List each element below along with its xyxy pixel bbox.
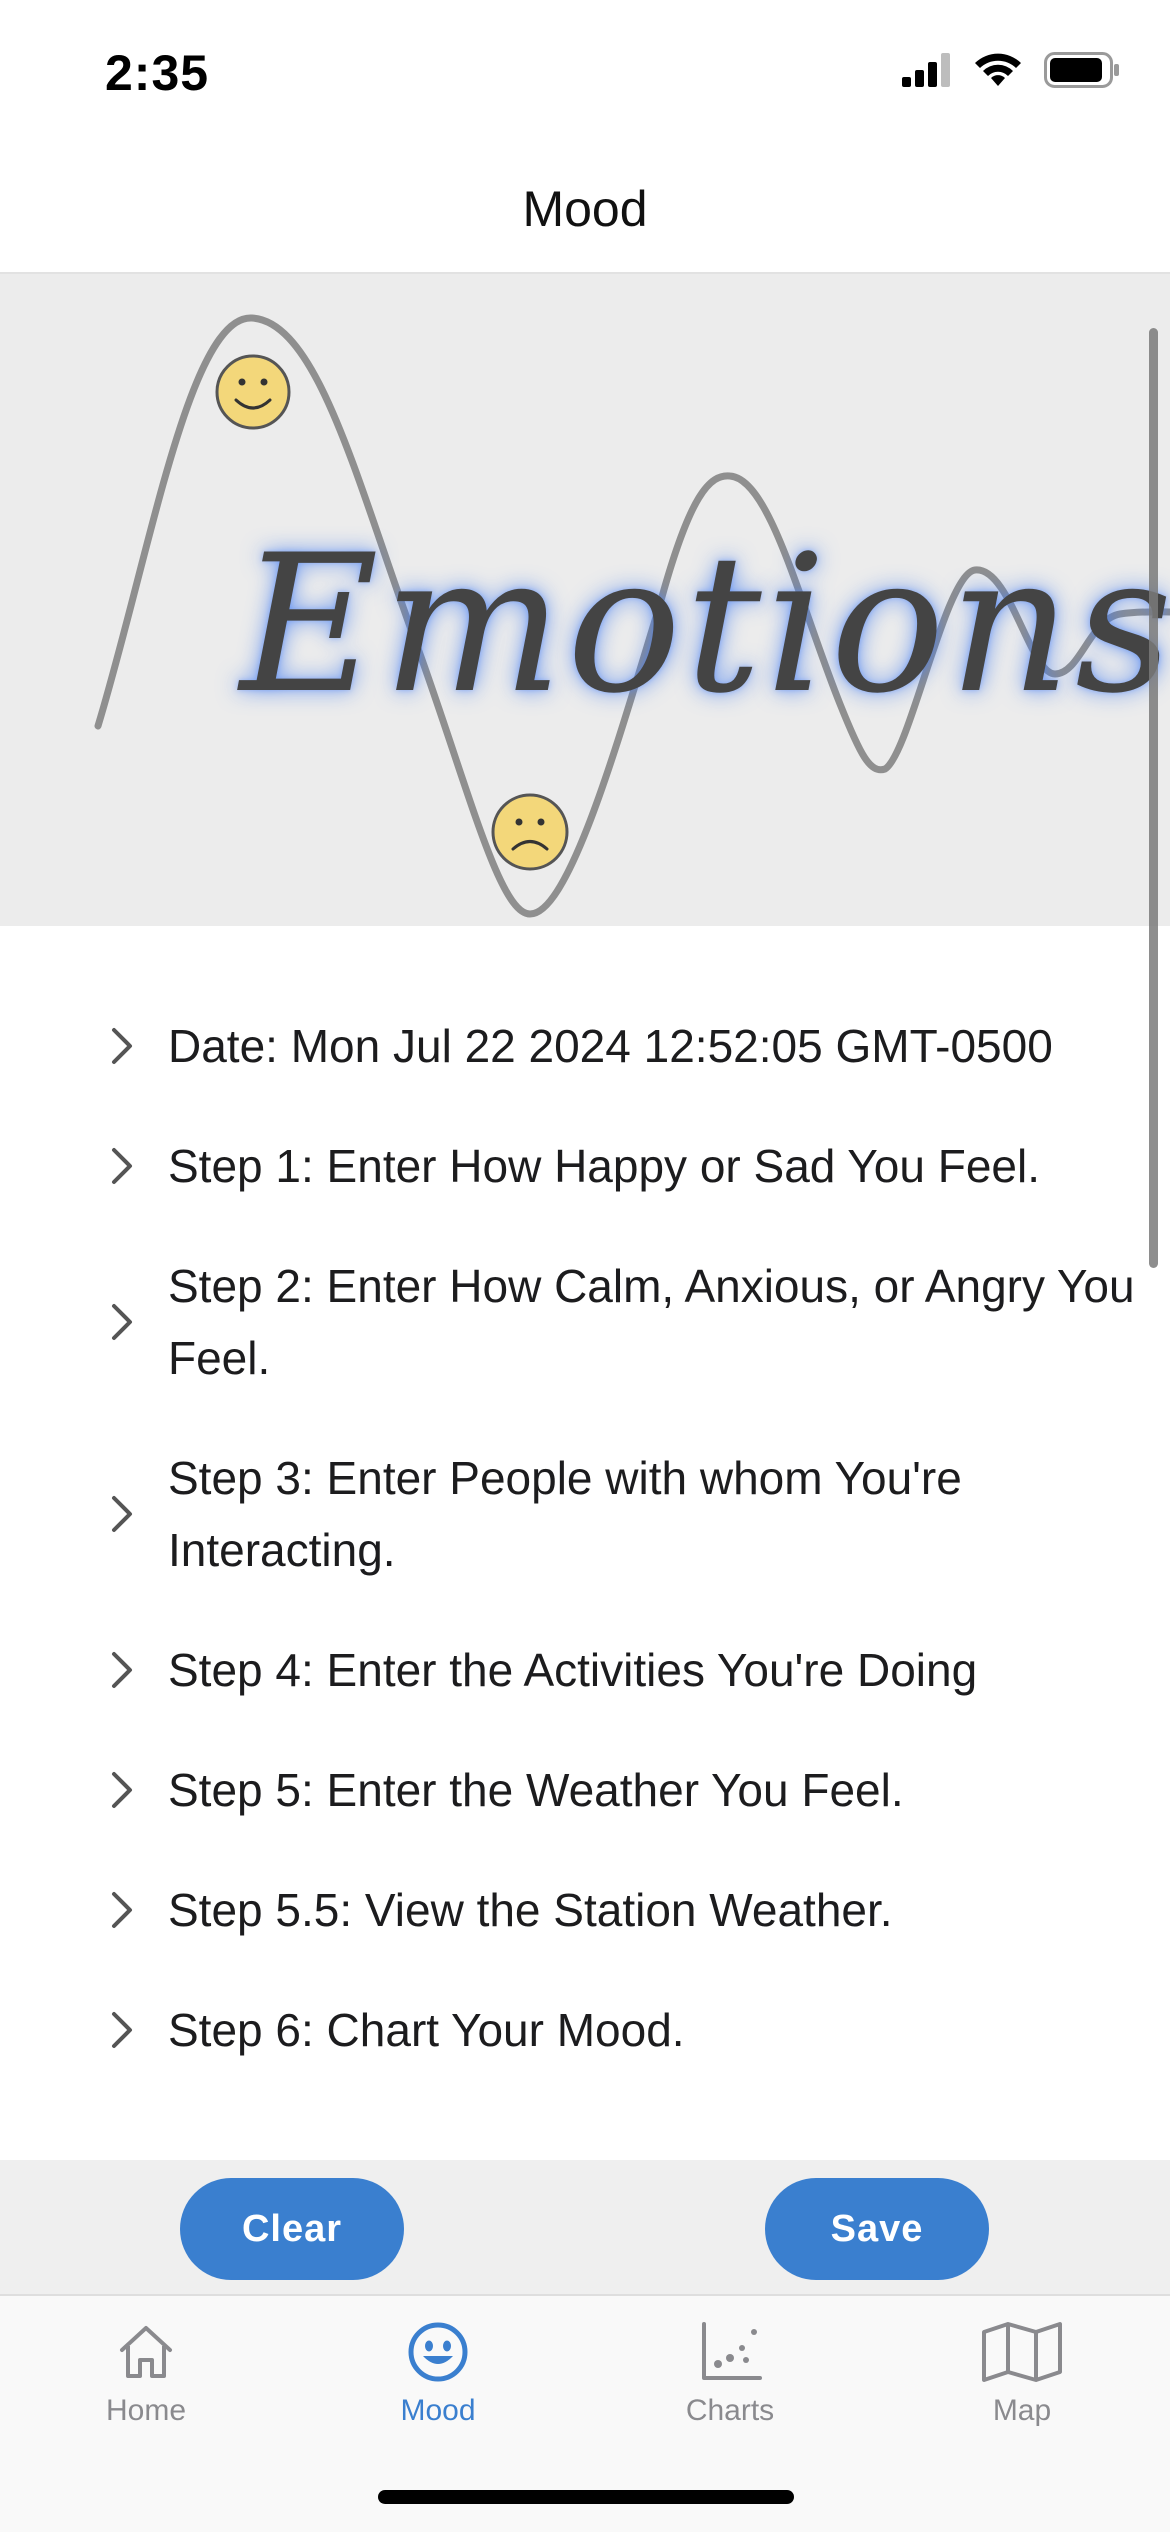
- scatter-chart-icon: [702, 2322, 762, 2380]
- chevron-right-icon: [112, 1772, 132, 1808]
- battery-icon: [1044, 52, 1119, 88]
- status-time: 2:35: [105, 45, 210, 101]
- chevron-right-icon: [112, 1028, 132, 1064]
- step-item-date[interactable]: Date: Mon Jul 22 2024 12:52:05 GMT-0500: [0, 1010, 1170, 1082]
- smiley-icon: [408, 2322, 468, 2382]
- step-label: Step 3: Enter People with whom You're In…: [168, 1452, 962, 1576]
- chevron-right-icon: [112, 1892, 132, 1928]
- step-label: Step 5: Enter the Weather You Feel.: [168, 1764, 904, 1816]
- banner-title: Emotions: [240, 514, 1170, 735]
- nav-header: Mood: [0, 150, 1170, 274]
- mood-screen: 2:35 Mood Emotions Date: Mon Jul 22 2024…: [0, 0, 1170, 2532]
- step-item-6[interactable]: Step 6: Chart Your Mood.: [0, 1994, 1170, 2066]
- sad-face-icon: [491, 793, 569, 871]
- tab-home[interactable]: Home: [0, 2310, 292, 2460]
- step-item-2[interactable]: Step 2: Enter How Calm, Anxious, or Angr…: [0, 1250, 1170, 1394]
- chevron-right-icon: [112, 1496, 132, 1532]
- cellular-signal-icon: [902, 53, 950, 87]
- wifi-icon: [975, 53, 1021, 86]
- step-label: Step 5.5: View the Station Weather.: [168, 1884, 893, 1936]
- step-label: Step 1: Enter How Happy or Sad You Feel.: [168, 1140, 1040, 1192]
- home-indicator[interactable]: [378, 2490, 794, 2504]
- happy-face-icon: [215, 354, 291, 430]
- chevron-right-icon: [112, 1304, 132, 1340]
- step-label: Step 6: Chart Your Mood.: [168, 2004, 685, 2056]
- page-title: Mood: [522, 181, 648, 237]
- tab-label: Charts: [685, 2394, 775, 2427]
- tab-label: Mood: [400, 2394, 476, 2427]
- step-item-5-5[interactable]: Step 5.5: View the Station Weather.: [0, 1874, 1170, 1946]
- clear-button[interactable]: Clear: [180, 2178, 404, 2280]
- status-icons: [902, 52, 1120, 88]
- step-item-3[interactable]: Step 3: Enter People with whom You're In…: [0, 1442, 1170, 1586]
- save-button[interactable]: Save: [765, 2178, 989, 2280]
- tab-map[interactable]: Map: [876, 2310, 1168, 2460]
- step-label: Step 4: Enter the Activities You're Doin…: [168, 1644, 978, 1696]
- tab-label: Home: [105, 2394, 187, 2427]
- map-icon: [982, 2322, 1062, 2382]
- step-label: Date: Mon Jul 22 2024 12:52:05 GMT-0500: [168, 1020, 1053, 1072]
- step-item-4[interactable]: Step 4: Enter the Activities You're Doin…: [0, 1634, 1170, 1706]
- step-item-1[interactable]: Step 1: Enter How Happy or Sad You Feel.: [0, 1130, 1170, 1202]
- chevron-right-icon: [112, 1652, 132, 1688]
- step-item-5[interactable]: Step 5: Enter the Weather You Feel.: [0, 1754, 1170, 1826]
- emotions-banner: Emotions: [0, 274, 1170, 926]
- tab-charts[interactable]: Charts: [584, 2310, 876, 2460]
- tab-label: Map: [992, 2394, 1052, 2427]
- status-bar: 2:35: [0, 0, 1170, 150]
- chevron-right-icon: [112, 2012, 132, 2048]
- chevron-right-icon: [112, 1148, 132, 1184]
- action-bar: Clear Save: [0, 2160, 1170, 2294]
- step-label: Step 2: Enter How Calm, Anxious, or Angr…: [168, 1260, 1135, 1384]
- tab-mood[interactable]: Mood: [292, 2310, 584, 2460]
- steps-list: Date: Mon Jul 22 2024 12:52:05 GMT-0500 …: [0, 1010, 1170, 2160]
- home-icon: [120, 2326, 172, 2378]
